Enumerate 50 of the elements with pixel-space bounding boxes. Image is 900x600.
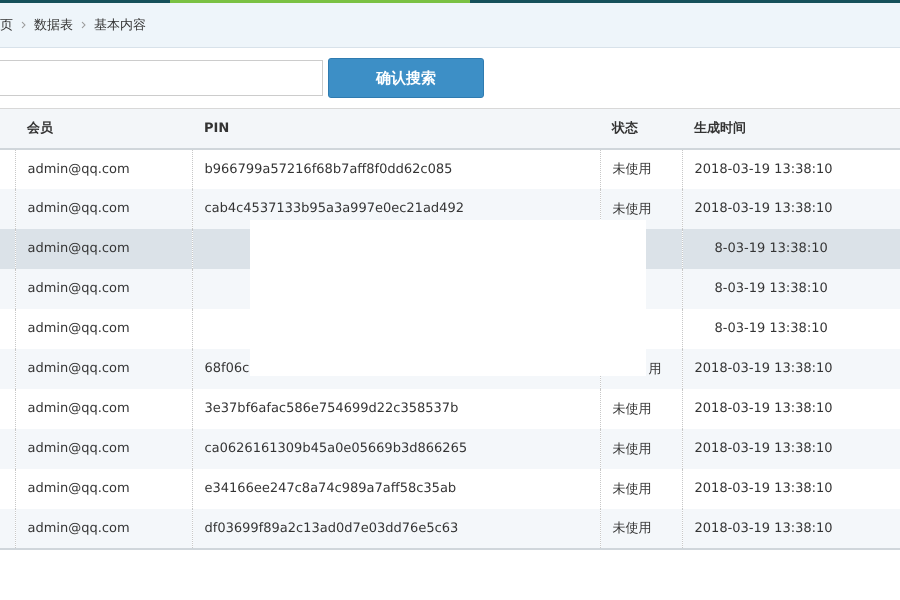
table-cell: 2018-03-19 13:38:10	[694, 441, 833, 456]
table-cell: cab4c4537133b95a3a997e0ec21ad492	[204, 201, 464, 216]
table-cell: admin@qq.com	[28, 201, 130, 216]
table-cell: 用	[648, 362, 662, 376]
table-cell: 2018-03-19 13:38:10	[694, 201, 833, 216]
table-cell: admin@qq.com	[28, 401, 130, 416]
table-cell: 2018-03-19 13:38:10	[694, 361, 833, 376]
table-cell: 2018-03-19 13:38:10	[694, 520, 833, 536]
table-cell: 未使用	[612, 521, 652, 536]
table-cell: 未使用	[612, 202, 652, 216]
table-cell: 未使用	[612, 162, 652, 177]
table-cell: 2018-03-19 13:38:10	[694, 401, 833, 416]
search-field[interactable]	[0, 60, 323, 96]
table-cell: admin@qq.com	[28, 162, 130, 176]
table-row[interactable]: admin@qq.com 3e37bf6afac586e754699d22c358537b 未使用 2018-03-19 13:38:10	[0, 388, 900, 428]
table-cell: 68f06c	[204, 361, 250, 376]
breadcrumb-link[interactable]: 基本内容	[94, 16, 146, 34]
chevron-icon	[81, 21, 86, 29]
table-cell: admin@qq.com	[28, 361, 130, 376]
breadcrumb-link[interactable]: 页	[0, 16, 13, 34]
column-header[interactable]: 会员	[15, 108, 192, 148]
table-cell: 2018-03-19 13:38:10	[694, 162, 833, 176]
table-row[interactable]: admin@qq.com df03699f89a2c13ad0d7e03dd76e5c63 未使用 2018-03-19 13:38:10	[0, 508, 900, 548]
table-cell: admin@qq.com	[28, 241, 130, 256]
table-cell: admin@qq.com	[28, 321, 130, 336]
table-cell: admin@qq.com	[28, 441, 130, 456]
table-cell: 未使用	[612, 402, 652, 416]
table-cell: 3e37bf6afac586e754699d22c358537b	[204, 401, 458, 416]
table-cell: 8-03-19 13:38:10	[714, 241, 828, 256]
table-cell: 未使用	[612, 482, 652, 496]
table-cell: e34166ee247c8a74c989a7aff58c35ab	[204, 481, 456, 496]
table-row[interactable]: admin@qq.com e34166ee247c8a74c989a7aff58c35ab 未使用 2018-03-19 13:38:10	[0, 468, 900, 508]
table-cell: 未使用	[612, 442, 652, 456]
table-cell: 2018-03-19 13:38:10	[694, 481, 833, 496]
breadcrumb-link[interactable]: 数据表	[34, 16, 73, 34]
column-header[interactable]: 状态	[600, 108, 682, 148]
table-row[interactable]: admin@qq.com b966799a57216f68b7aff8f0dd62c085 未使用 2018-03-19 13:38:10	[0, 148, 900, 188]
table-cell: admin@qq.com	[28, 481, 130, 496]
table-cell: admin@qq.com	[28, 520, 130, 536]
table-cell: b966799a57216f68b7aff8f0dd62c085	[204, 162, 452, 176]
search-button[interactable]: 确认搜索	[328, 58, 484, 98]
column-header[interactable]: PIN	[192, 108, 600, 148]
table-cell: 8-03-19 13:38:10	[714, 281, 828, 296]
chevron-icon	[21, 21, 26, 29]
table-cell: admin@qq.com	[28, 281, 130, 296]
table-row[interactable]: admin@qq.com ca0626161309b45a0e05669b3d866265 未使用 2018-03-19 13:38:10	[0, 428, 900, 468]
table-cell: 8-03-19 13:38:10	[714, 321, 828, 336]
table-cell: ca0626161309b45a0e05669b3d866265	[204, 441, 468, 456]
table-cell: df03699f89a2c13ad0d7e03dd76e5c63	[204, 520, 458, 536]
column-header[interactable]: 生成时间	[682, 108, 900, 148]
